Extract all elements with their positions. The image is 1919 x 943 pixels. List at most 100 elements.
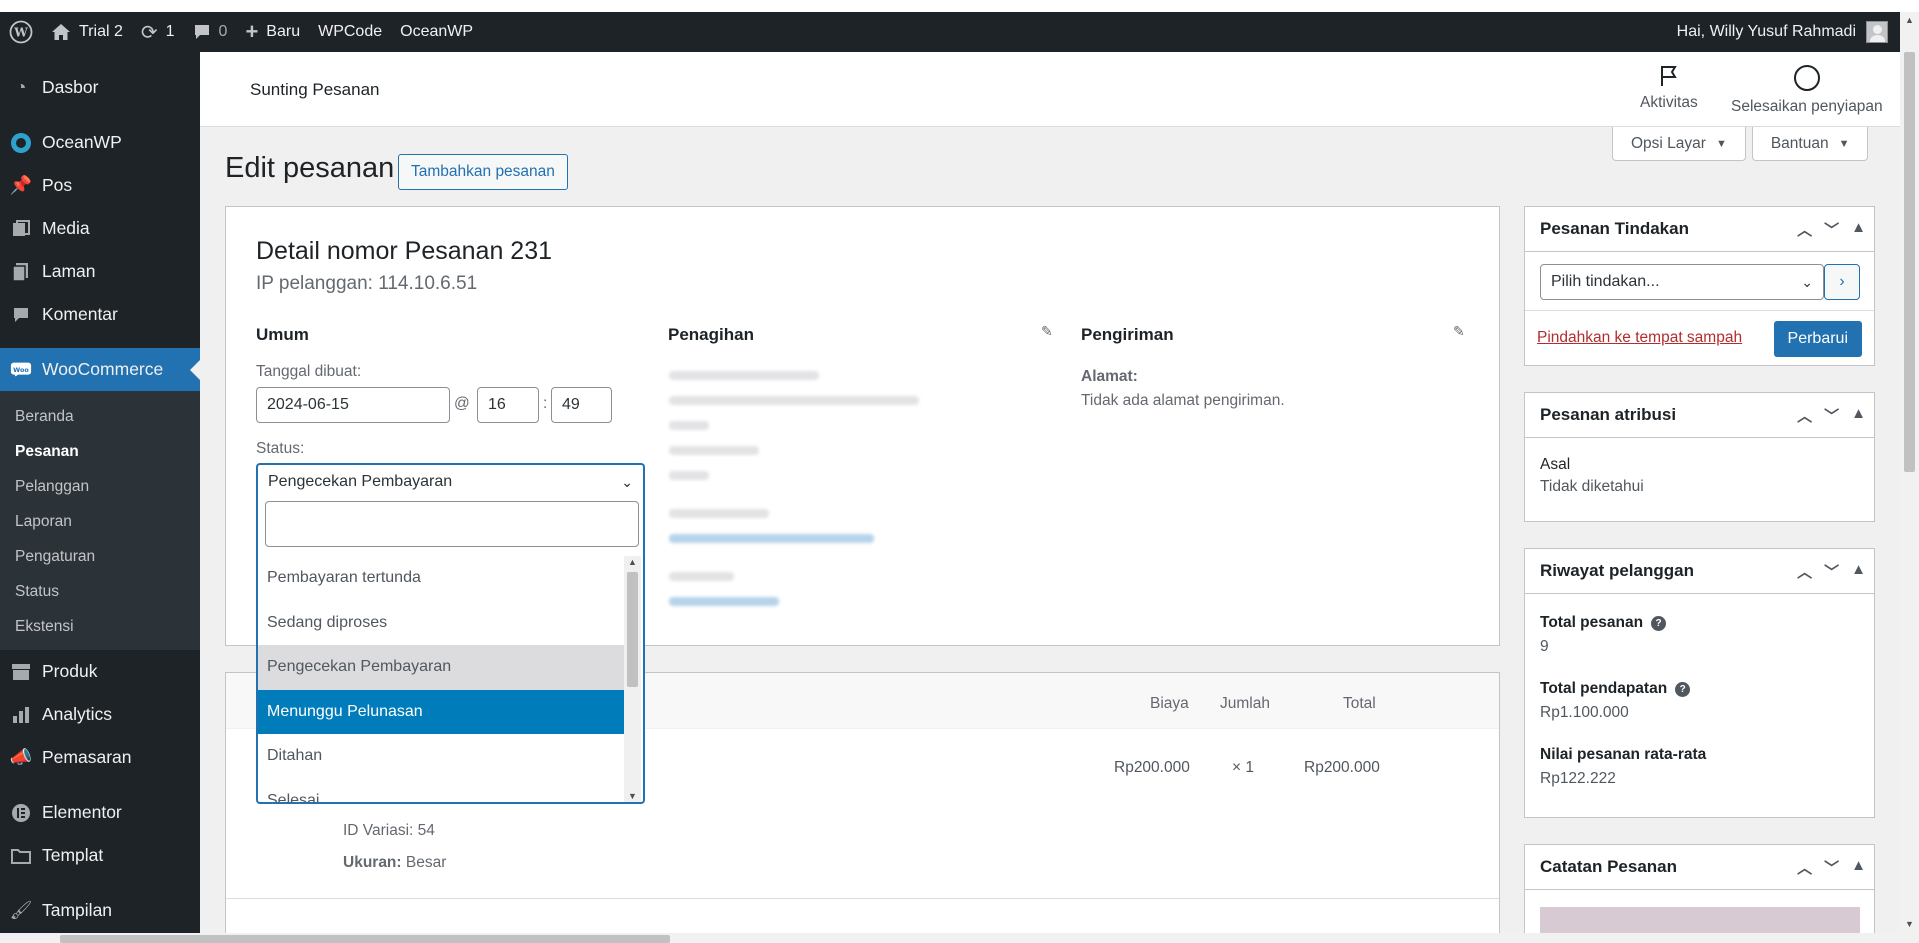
sidebar-item-oceanwp[interactable]: OceanWP [0,121,200,164]
box-title: Riwayat pelanggan [1540,561,1694,580]
submenu-item-beranda[interactable]: Beranda [0,399,200,434]
move-up-icon[interactable]: ︿ [1797,405,1812,426]
date-created-input[interactable]: 2024-06-15 [256,387,450,423]
sidebar-item-templat[interactable]: Templat [0,834,200,877]
date-created-label: Tanggal dibuat: [256,363,362,380]
order-actions-body: Pilih tindakan... ⌄ › [1525,252,1874,310]
move-down-icon[interactable]: ﹀ [1824,857,1839,878]
move-up-icon[interactable]: ︿ [1797,561,1812,582]
media-icon [10,218,32,240]
sidebar-item-produk[interactable]: Produk [0,650,200,693]
total-orders-value: 9 [1540,638,1549,655]
help-icon[interactable]: ? [1675,681,1691,697]
sidebar-item-media[interactable]: Media [0,207,200,250]
screen-options-button[interactable]: Opsi Layar ▼ [1612,127,1746,161]
toggle-panel-icon[interactable]: ▲ [1851,405,1866,426]
submenu-item-pengaturan[interactable]: Pengaturan [0,539,200,574]
toggle-panel-icon[interactable]: ▲ [1851,857,1866,878]
status-option[interactable]: Menunggu Pelunasan [258,689,624,734]
status-option[interactable]: Pengecekan Pembayaran [258,645,624,690]
scroll-down-arrow-icon[interactable]: ▼ [1905,919,1914,929]
help-button[interactable]: Bantuan ▼ [1751,127,1869,161]
status-option[interactable]: Pembayaran tertunda [258,556,624,601]
blurred-email-link[interactable] [669,534,874,543]
sidebar-item-komentar[interactable]: Komentar [0,293,200,336]
move-down-icon[interactable]: ﹀ [1824,219,1839,240]
page-horizontal-scrollbar[interactable] [0,933,1900,943]
sidebar-item-laman[interactable]: Laman [0,250,200,293]
status-option[interactable]: Sedang diproses [258,601,624,646]
submenu-item-pelanggan[interactable]: Pelanggan [0,469,200,504]
updates-count: 1 [165,23,175,40]
wpcode-link[interactable]: WPCode [309,12,391,52]
scroll-down-arrow-icon[interactable]: ▼ [628,791,637,801]
home-icon [52,24,70,40]
submenu-item-status[interactable]: Status [0,574,200,609]
oceanwp-link[interactable]: OceanWP [391,12,482,52]
greeting: Hai, Willy Yusuf Rahmadi [1676,23,1856,40]
move-to-trash-link[interactable]: Pindahkan ke tempat sampah [1537,329,1742,347]
finish-setup-button[interactable]: Selesaikan penyiapan [1731,64,1883,116]
comments-link[interactable]: 0 [184,12,237,52]
admin-bar: W Trial 2 ⟳ 1 0 + Baru WPCode OceanWP Ha… [0,12,1900,52]
status-list-scrollbar[interactable]: ▲ ▼ [624,556,641,802]
update-button[interactable]: Perbarui [1773,321,1862,357]
edit-billing-pencil-icon[interactable]: ✎ [1041,323,1053,340]
scroll-up-arrow-icon[interactable]: ▲ [628,557,637,567]
sidebar-item-woocommerce[interactable]: Woo WooCommerce [0,348,200,391]
site-name: Trial 2 [79,23,123,40]
new-content-link[interactable]: + Baru [236,12,309,52]
sidebar-item-elementor[interactable]: Elementor [0,791,200,834]
status-select[interactable]: Pengecekan Pembayaran ⌄ [256,463,645,499]
sidebar-item-label: Dasbor [42,77,99,97]
sidebar-item-label: Pos [42,175,73,195]
total-revenue-text: Total pendapatan [1540,680,1668,697]
status-option[interactable]: Selesai [258,779,624,802]
sidebar-item-dasbor[interactable]: ◔ Dasbor [0,66,200,109]
toggle-panel-icon[interactable]: ▲ [1851,219,1866,240]
toggle-panel-icon[interactable]: ▲ [1851,561,1866,582]
sidebar-item-analytics[interactable]: Analytics [0,693,200,736]
blurred-billing-line [669,396,919,405]
customer-history-body: Total pesanan ? 9 Total pendapatan ? Rp1… [1525,594,1874,800]
blurred-billing-line [669,572,734,581]
edit-shipping-pencil-icon[interactable]: ✎ [1453,323,1465,340]
blurred-billing-line [669,421,709,430]
move-up-icon[interactable]: ︿ [1797,219,1812,240]
order-action-select[interactable]: Pilih tindakan... ⌄ [1540,264,1824,300]
my-account-link[interactable]: Hai, Willy Yusuf Rahmadi [1677,21,1900,43]
elementor-icon [10,802,32,824]
submenu-item-ekstensi[interactable]: Ekstensi [0,609,200,644]
general-heading: Umum [256,325,309,344]
submenu-item-laporan[interactable]: Laporan [0,504,200,539]
minute-input[interactable]: 49 [551,387,612,423]
status-search-input[interactable] [265,501,639,547]
admin-sidebar: ◔ Dasbor OceanWP 📌 Pos Media Laman Komen… [0,52,200,943]
scroll-up-arrow-icon[interactable]: ▲ [1905,15,1914,25]
page-vertical-scrollbar[interactable]: ▲ ▼ [1900,12,1919,943]
wordpress-logo-button[interactable]: W [0,12,42,52]
site-name-link[interactable]: Trial 2 [42,12,132,52]
scrollbar-thumb[interactable] [60,935,670,943]
scrollbar-thumb[interactable] [1904,52,1915,472]
status-option[interactable]: Ditahan [258,734,624,779]
updates-link[interactable]: ⟳ 1 [132,12,184,52]
status-label: Status: [256,440,305,457]
submenu-item-pesanan[interactable]: Pesanan [0,434,200,469]
box-title: Pesanan Tindakan [1540,219,1689,238]
apply-action-button[interactable]: › [1824,264,1860,300]
sidebar-item-pemasaran[interactable]: 📣 Pemasaran [0,736,200,779]
total-orders-text: Total pesanan [1540,614,1644,631]
sidebar-item-tampilan[interactable]: 🖌 Tampilan [0,889,200,932]
help-icon[interactable]: ? [1651,615,1667,631]
move-down-icon[interactable]: ﹀ [1824,405,1839,426]
scrollbar-thumb[interactable] [627,572,638,687]
hour-input[interactable]: 16 [477,387,539,423]
sidebar-item-pos[interactable]: 📌 Pos [0,164,200,207]
activity-button[interactable]: Aktivitas [1640,64,1698,112]
move-up-icon[interactable]: ︿ [1797,857,1812,878]
add-order-button[interactable]: Tambahkan pesanan [398,154,568,190]
woocommerce-icon: Woo [10,359,32,381]
blurred-phone-link[interactable] [669,597,779,606]
move-down-icon[interactable]: ﹀ [1824,561,1839,582]
